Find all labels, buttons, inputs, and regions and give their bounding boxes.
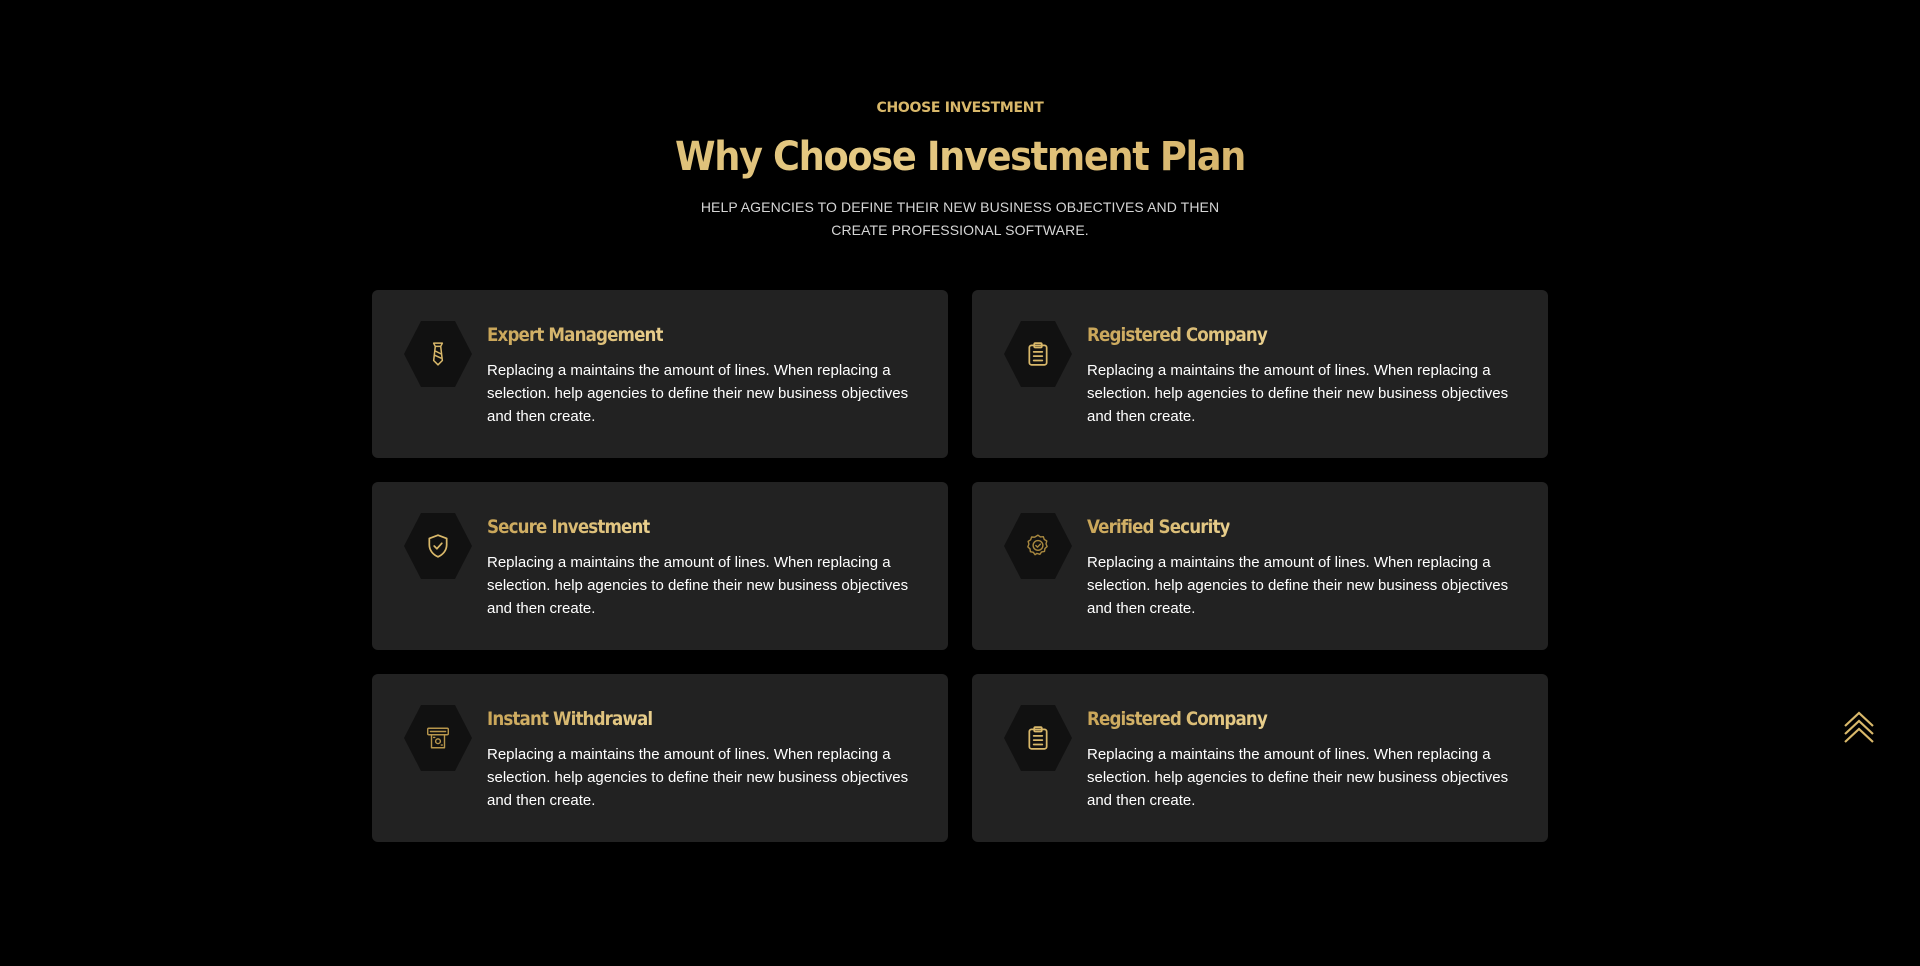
feature-title: Expert Management	[487, 324, 664, 346]
features-grid: Expert Management Replacing a maintains …	[372, 290, 1548, 842]
chevrons-up-icon	[1844, 711, 1874, 743]
feature-description: Replacing a maintains the amount of line…	[487, 362, 909, 425]
feature-title: Secure Investment	[487, 516, 651, 538]
feature-title: Registered Company	[1087, 324, 1268, 346]
section-eyebrow: CHOOSE INVESTMENT	[876, 100, 1044, 116]
feature-card-registered-company: Registered Company Replacing a maintains…	[972, 674, 1548, 842]
section-subtitle: HELP AGENCIES TO DEFINE THEIR NEW BUSINE…	[700, 199, 1220, 238]
feature-title: Verified Security	[1087, 516, 1230, 538]
feature-title: Registered Company	[1087, 708, 1268, 730]
feature-description: Replacing a maintains the amount of line…	[1087, 362, 1509, 425]
shield-check-icon	[428, 534, 448, 558]
icon-hexagon	[404, 705, 472, 771]
feature-description: Replacing a maintains the amount of line…	[1087, 746, 1509, 809]
feature-card-registered-company: Registered Company Replacing a maintains…	[972, 290, 1548, 458]
section-title: Why Choose Investment Plan	[77, 128, 1843, 186]
feature-description: Replacing a maintains the amount of line…	[1087, 554, 1509, 617]
icon-hexagon	[404, 513, 472, 579]
feature-card-verified-security: Verified Security Replacing a maintains …	[972, 482, 1548, 650]
feature-card-expert-management: Expert Management Replacing a maintains …	[372, 290, 948, 458]
feature-description: Replacing a maintains the amount of line…	[487, 554, 909, 617]
tie-icon	[432, 342, 444, 366]
icon-hexagon	[1004, 705, 1072, 771]
feature-card-secure-investment: Secure Investment Replacing a maintains …	[372, 482, 948, 650]
icon-hexagon	[404, 321, 472, 387]
feature-title: Instant Withdrawal	[487, 708, 653, 730]
clipboard-icon	[1028, 726, 1048, 750]
why-choose-section: CHOOSE INVESTMENT Why Choose Investment …	[0, 0, 1920, 966]
icon-hexagon	[1004, 321, 1072, 387]
atm-withdrawal-icon	[427, 727, 449, 749]
feature-card-instant-withdrawal: Instant Withdrawal Replacing a maintains…	[372, 674, 948, 842]
clipboard-icon	[1028, 342, 1048, 366]
scroll-to-top-button[interactable]	[1840, 708, 1878, 748]
verified-badge-icon	[1027, 534, 1048, 556]
feature-description: Replacing a maintains the amount of line…	[487, 746, 909, 809]
icon-hexagon	[1004, 513, 1072, 579]
